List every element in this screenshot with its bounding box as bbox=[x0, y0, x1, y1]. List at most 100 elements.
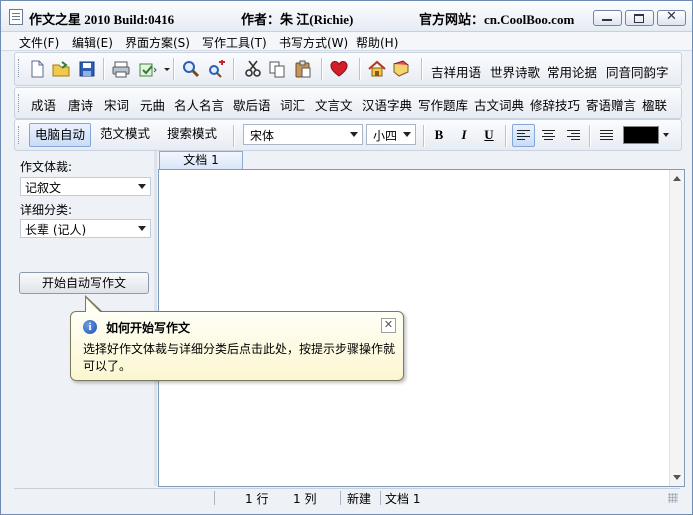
home-icon[interactable] bbox=[367, 59, 387, 79]
export-dropdown-chevron-icon[interactable] bbox=[157, 59, 170, 79]
link-auspicious-phrases[interactable]: 吉祥用语 bbox=[431, 62, 481, 81]
link-common-arguments[interactable]: 常用论据 bbox=[547, 62, 597, 81]
tooltip-close-icon[interactable]: ✕ bbox=[381, 318, 396, 333]
link-tang-poems[interactable]: 唐诗 bbox=[68, 95, 93, 114]
maximize-button[interactable] bbox=[625, 10, 654, 26]
bullet-list-button[interactable] bbox=[596, 125, 616, 145]
info-icon: i bbox=[83, 320, 97, 334]
link-yuan-qu[interactable]: 元曲 bbox=[140, 95, 165, 114]
link-rhetoric[interactable]: 修辞技巧 bbox=[530, 95, 580, 114]
link-classical-chinese[interactable]: 文言文 bbox=[315, 95, 353, 114]
scroll-up-icon[interactable] bbox=[673, 176, 681, 181]
align-center-icon bbox=[542, 130, 555, 141]
minimize-icon bbox=[602, 19, 612, 21]
link-messages[interactable]: 寄语赠言 bbox=[586, 95, 636, 114]
text-color-swatch[interactable] bbox=[623, 126, 659, 144]
chevron-down-icon bbox=[403, 132, 411, 137]
menu-edit[interactable]: 编辑(E) bbox=[72, 34, 113, 51]
link-famous-quotes[interactable]: 名人名言 bbox=[174, 95, 224, 114]
menu-writing-mode[interactable]: 书写方式(W) bbox=[279, 34, 348, 51]
new-doc-icon[interactable] bbox=[27, 59, 47, 79]
font-family-value: 宋体 bbox=[250, 129, 275, 143]
cut-icon[interactable] bbox=[243, 59, 263, 79]
minimize-button[interactable] bbox=[593, 10, 622, 26]
status-col: 1 列 bbox=[293, 492, 317, 506]
save-icon[interactable] bbox=[77, 59, 97, 79]
mode-auto-button[interactable]: 电脑自动 bbox=[29, 123, 92, 147]
mode-sample-button[interactable]: 范文模式 bbox=[95, 123, 155, 145]
link-couplets[interactable]: 楹联 bbox=[642, 95, 667, 114]
font-size-value: 小四 bbox=[373, 129, 398, 143]
toolbar-grip[interactable] bbox=[18, 126, 21, 144]
start-auto-writing-button[interactable]: 开始自动写作文 bbox=[19, 272, 149, 294]
font-size-select[interactable]: 小四 bbox=[366, 124, 416, 145]
copy-icon[interactable] bbox=[267, 59, 287, 79]
scroll-down-icon[interactable] bbox=[673, 475, 681, 480]
main-toolbar: 吉祥用语 世界诗歌 常用论据 同音同韵字 bbox=[14, 52, 682, 86]
status-state: 新建 bbox=[347, 492, 372, 506]
italic-button[interactable]: I bbox=[454, 125, 474, 145]
favorite-heart-icon[interactable] bbox=[329, 59, 349, 79]
toolbar-separator bbox=[505, 125, 506, 147]
link-idioms[interactable]: 成语 bbox=[31, 95, 56, 114]
menu-file[interactable]: 文件(F) bbox=[19, 34, 59, 51]
align-left-button[interactable] bbox=[512, 124, 535, 147]
bullet-list-icon bbox=[600, 130, 613, 141]
underline-button[interactable]: U bbox=[479, 125, 499, 145]
print-icon[interactable] bbox=[111, 59, 131, 79]
color-dropdown-chevron-icon[interactable] bbox=[663, 133, 669, 137]
menu-tools[interactable]: 写作工具(T) bbox=[202, 34, 267, 51]
toolbar-grip[interactable] bbox=[18, 94, 21, 112]
toolbar-separator bbox=[359, 58, 360, 80]
format-toolbar: 电脑自动 范文模式 搜索模式 宋体 小四 B I U bbox=[14, 119, 682, 151]
app-window: 作文之星 2010 Build:0416 作者：朱 江(Richie) 官方网站… bbox=[0, 0, 693, 515]
toolbar-separator bbox=[423, 125, 424, 147]
category-value: 长辈 (记人) bbox=[25, 223, 87, 237]
align-center-button[interactable] bbox=[538, 125, 558, 145]
resize-grip-icon[interactable] bbox=[668, 493, 678, 503]
maximize-icon bbox=[634, 14, 644, 23]
app-document-icon bbox=[9, 9, 23, 25]
bold-button[interactable]: B bbox=[429, 125, 449, 145]
status-separator bbox=[380, 491, 381, 505]
open-folder-icon[interactable] bbox=[51, 59, 71, 79]
toolbar-grip[interactable] bbox=[18, 59, 21, 77]
align-right-button[interactable] bbox=[563, 125, 583, 145]
link-homophones-rhymes[interactable]: 同音同韵字 bbox=[606, 62, 669, 81]
genre-label: 作文体裁: bbox=[20, 160, 73, 174]
status-row: 1 行 bbox=[245, 492, 269, 506]
chevron-down-icon bbox=[138, 226, 146, 231]
category-select[interactable]: 长辈 (记人) bbox=[20, 219, 151, 238]
book-icon[interactable] bbox=[391, 59, 411, 79]
genre-select[interactable]: 记叙文 bbox=[20, 177, 151, 196]
find-icon[interactable] bbox=[181, 59, 201, 79]
genre-value: 记叙文 bbox=[25, 181, 62, 195]
link-xiehouyu[interactable]: 歇后语 bbox=[233, 95, 271, 114]
link-chinese-dictionary[interactable]: 汉语字典 bbox=[362, 95, 412, 114]
author-text: 作者：朱 江(Richie) bbox=[241, 12, 354, 27]
link-vocabulary[interactable]: 词汇 bbox=[280, 95, 305, 114]
app-title: 作文之星 2010 Build:0416 bbox=[29, 12, 175, 27]
link-song-ci[interactable]: 宋词 bbox=[104, 95, 129, 114]
help-tooltip: i 如何开始写作文 ✕ 选择好作文体裁与详细分类后点击此处，按提示步骤操作就可以… bbox=[70, 311, 404, 381]
align-left-icon bbox=[517, 130, 530, 141]
link-classical-dictionary[interactable]: 古文词典 bbox=[474, 95, 524, 114]
tab-document-1[interactable]: 文档 1 bbox=[159, 151, 243, 169]
mode-search-button[interactable]: 搜索模式 bbox=[162, 123, 222, 145]
vertical-scrollbar[interactable] bbox=[669, 170, 684, 486]
chevron-down-icon bbox=[350, 132, 358, 137]
toolbar-separator bbox=[321, 58, 322, 80]
tooltip-title: 如何开始写作文 bbox=[106, 321, 191, 335]
export-icon[interactable] bbox=[137, 59, 157, 79]
tooltip-pointer-fill bbox=[86, 298, 101, 313]
menu-help[interactable]: 帮助(H) bbox=[356, 34, 398, 51]
font-family-select[interactable]: 宋体 bbox=[243, 124, 363, 145]
toolbar-separator bbox=[589, 125, 590, 147]
link-world-poetry[interactable]: 世界诗歌 bbox=[490, 62, 540, 81]
toolbar-separator bbox=[233, 125, 234, 147]
paste-icon[interactable] bbox=[293, 59, 313, 79]
menu-theme[interactable]: 界面方案(S) bbox=[125, 34, 190, 51]
replace-icon[interactable] bbox=[207, 59, 227, 79]
close-button[interactable]: ✕ bbox=[657, 10, 686, 26]
link-writing-topics[interactable]: 写作题库 bbox=[418, 95, 468, 114]
